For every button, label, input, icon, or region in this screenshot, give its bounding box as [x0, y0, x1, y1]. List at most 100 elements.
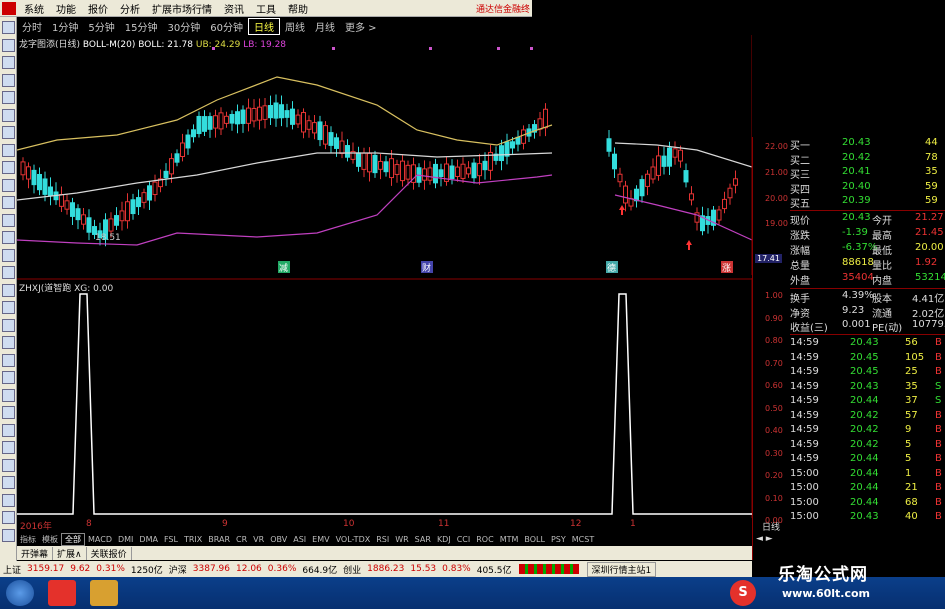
toolbar-tool-icon[interactable] [2, 73, 15, 87]
stat-row[interactable]: 收益(三) 0.001PE(动) 10779.9 [790, 319, 945, 334]
bid-row[interactable]: 买四 20.40 59 [790, 181, 945, 196]
toolbar-tool-icon[interactable] [2, 528, 15, 542]
indicator-tab[interactable]: EMV [309, 535, 332, 544]
tab-extend[interactable]: 扩展∧ [53, 546, 87, 560]
character-app-icon[interactable] [90, 580, 118, 606]
toolbar-tool-icon[interactable] [2, 406, 15, 419]
tick-row[interactable]: 15:00 20.44 21 B [790, 482, 945, 496]
menu-item-ext-market[interactable]: 扩展市场行情 [146, 1, 218, 16]
period-more[interactable]: 更多 > [340, 19, 382, 34]
toolbar-tool-icon[interactable] [2, 493, 15, 507]
indicator-tab[interactable]: SAR [412, 535, 434, 544]
toolbar-tool-icon[interactable] [2, 38, 15, 52]
toolbar-tool-icon[interactable] [2, 423, 15, 437]
tick-row[interactable]: 14:59 20.44 37 S [790, 395, 945, 409]
period-60min[interactable]: 60分钟 [205, 19, 248, 34]
indicator-tab[interactable]: PSY [548, 535, 569, 544]
indicator-tab[interactable]: OBV [267, 535, 290, 544]
toolbar-tool-icon[interactable] [2, 511, 15, 524]
toolbar-tool-icon[interactable] [2, 108, 15, 122]
toolbar-tool-icon[interactable] [2, 56, 15, 69]
period-timeshare[interactable]: 分时 [17, 19, 47, 34]
indicator-tab[interactable]: 全部 [61, 532, 85, 546]
tab-related-quote[interactable]: 关联报价 [87, 546, 132, 560]
tick-row[interactable]: 14:59 20.43 56 B [790, 337, 945, 351]
indicator-tab[interactable]: VR [250, 535, 267, 544]
stat-row[interactable]: 净资 9.23 流通 2.02亿 [790, 305, 945, 320]
indicator-tab[interactable]: ROC [473, 535, 496, 544]
period-30min[interactable]: 30分钟 [162, 19, 205, 34]
toolbar-tool-icon[interactable] [2, 231, 15, 244]
indicator-tab[interactable]: 指标 [17, 534, 39, 545]
toolbar-tool-icon[interactable] [2, 126, 15, 139]
indicator-tab[interactable]: MACD [85, 535, 115, 544]
quote-row[interactable]: 涨幅 -6.37% 最低 20.00 [790, 242, 945, 257]
toolbar-tool-icon[interactable] [2, 441, 15, 454]
period-monthly[interactable]: 月线 [310, 19, 340, 34]
bid-row[interactable]: 买五 20.39 59 [790, 195, 945, 210]
menu-item-news[interactable]: 资讯 [218, 1, 250, 16]
indicator-tab[interactable]: CCI [454, 535, 474, 544]
toolbar-tool-icon[interactable] [2, 143, 15, 157]
tick-row[interactable]: 15:00 20.44 68 B [790, 497, 945, 511]
indicator-tab[interactable]: VOL-TDX [333, 535, 374, 544]
tick-row[interactable]: 15:00 20.43 40 B [790, 511, 945, 525]
tick-row[interactable]: 15:00 20.44 1 B [790, 468, 945, 482]
tick-row[interactable]: 14:59 20.42 57 B [790, 410, 945, 424]
period-1min[interactable]: 1分钟 [47, 19, 83, 34]
toolbar-tool-icon[interactable] [2, 91, 15, 104]
stat-row[interactable]: 换手 4.39% 股本 4.41亿 [790, 290, 945, 305]
indicator-tab[interactable]: TRIX [181, 535, 205, 544]
menu-item-quote[interactable]: 报价 [82, 1, 114, 16]
indicator-chart[interactable] [17, 278, 752, 518]
tdx-app-icon[interactable] [48, 580, 76, 606]
quote-row[interactable]: 涨跌 -1.39 最高 21.45 [790, 227, 945, 242]
toolbar-tool-icon[interactable] [2, 266, 15, 279]
period-weekly[interactable]: 周线 [280, 19, 310, 34]
toolbar-tool-icon[interactable] [2, 301, 15, 314]
period-15min[interactable]: 15分钟 [120, 19, 163, 34]
toolbar-tool-icon[interactable] [2, 283, 15, 297]
indicator-tab[interactable]: DMI [115, 535, 136, 544]
indicator-tab[interactable]: CR [233, 535, 250, 544]
indicator-tab[interactable]: MCST [569, 535, 597, 544]
toolbar-tool-icon[interactable] [2, 353, 15, 367]
menu-item-help[interactable]: 帮助 [282, 1, 314, 16]
indicator-tab[interactable]: BRAR [205, 535, 233, 544]
toolbar-tool-icon[interactable] [2, 196, 15, 209]
menu-item-system[interactable]: 系统 [18, 1, 50, 16]
indicator-tab[interactable]: RSI [373, 535, 392, 544]
toolbar-tool-icon[interactable] [2, 161, 15, 174]
indicator-tab[interactable]: WR [392, 535, 411, 544]
period-5min[interactable]: 5分钟 [83, 19, 119, 34]
toolbar-tool-icon[interactable] [2, 318, 15, 332]
start-button-icon[interactable] [6, 580, 34, 606]
tick-row[interactable]: 14:59 20.44 5 B [790, 453, 945, 467]
indicator-tab[interactable]: BOLL [521, 535, 548, 544]
tick-row[interactable]: 14:59 20.42 5 B [790, 439, 945, 453]
quote-row[interactable]: 外盘 35404 内盘 53214 [790, 272, 945, 287]
toolbar-tool-icon[interactable] [2, 178, 15, 192]
tick-row[interactable]: 14:59 20.42 9 B [790, 424, 945, 438]
toolbar-tool-icon[interactable] [2, 248, 15, 262]
tick-row[interactable]: 14:59 20.43 35 S [790, 381, 945, 395]
indicator-tab[interactable]: FSL [161, 535, 181, 544]
tab-danmaku[interactable]: 开弹幕 [17, 546, 54, 560]
toolbar-tool-icon[interactable] [2, 388, 15, 402]
indicator-tab[interactable]: MTM [497, 535, 522, 544]
menu-item-tools[interactable]: 工具 [250, 1, 282, 16]
toolbar-tool-icon[interactable] [2, 336, 15, 349]
quote-row[interactable]: 现价 20.43 今开 21.27 [790, 212, 945, 227]
toolbar-tool-icon[interactable] [2, 371, 15, 384]
bid-row[interactable]: 买三 20.41 35 [790, 166, 945, 181]
toolbar-tool-icon[interactable] [2, 476, 15, 489]
bid-row[interactable]: 买二 20.42 78 [790, 152, 945, 167]
period-daily[interactable]: 日线 [247, 18, 280, 35]
toolbar-tool-icon[interactable] [2, 458, 15, 472]
scroll-arrow-icon[interactable]: ◄ ► [756, 534, 773, 544]
toolbar-tool-icon[interactable] [2, 213, 15, 227]
toolbar-tool-icon[interactable] [2, 21, 15, 34]
indicator-tab[interactable]: KDJ [434, 535, 454, 544]
bid-row[interactable]: 买一 20.43 44 [790, 137, 945, 152]
candlestick-chart[interactable]: 18.51 减 财 德 涨 [17, 35, 752, 275]
